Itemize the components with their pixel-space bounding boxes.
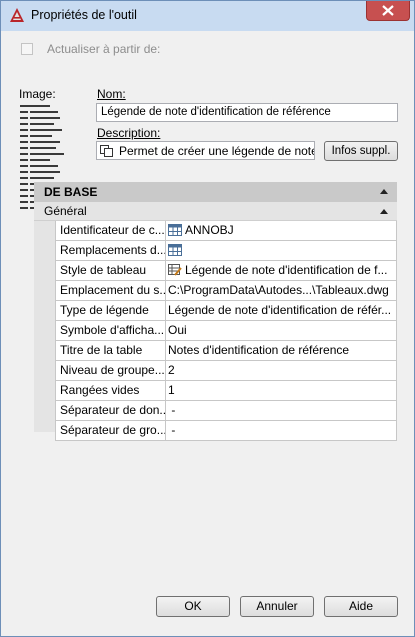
property-name: Séparateur de don... xyxy=(55,401,166,420)
property-value[interactable]: - xyxy=(166,421,397,440)
update-from-checkbox[interactable] xyxy=(21,43,33,55)
update-from-label: Actualiser à partir de: xyxy=(47,42,161,56)
property-row[interactable]: Type de légende Légende de note d'identif… xyxy=(55,301,397,321)
property-name: Rangées vides xyxy=(55,381,166,400)
property-value[interactable] xyxy=(166,241,397,260)
table-icon[interactable] xyxy=(168,224,182,236)
property-name: Type de légende xyxy=(55,301,166,320)
property-value[interactable]: Notes d'identification de référence xyxy=(166,341,397,360)
property-name: Emplacement du s... xyxy=(55,281,166,300)
property-row[interactable]: Séparateur de don... - xyxy=(55,401,397,421)
table-icon[interactable] xyxy=(168,244,182,256)
property-name: Remplacements d... xyxy=(55,241,166,260)
name-input[interactable]: Légende de note d'identification de réfé… xyxy=(96,103,398,122)
property-row[interactable]: Séparateur de gro... - xyxy=(55,421,397,441)
table-style-icon[interactable] xyxy=(168,264,182,276)
property-value[interactable]: 2 xyxy=(166,361,397,380)
window-title: Propriétés de l'outil xyxy=(31,8,137,22)
subsection-header-general[interactable]: Général xyxy=(34,202,397,221)
property-name: Symbole d'afficha... xyxy=(55,321,166,340)
autocad-logo-icon xyxy=(9,7,25,23)
title-bar: Propriétés de l'outil xyxy=(1,1,414,31)
close-button[interactable] xyxy=(366,1,410,21)
description-field[interactable]: Permet de créer une légende de note xyxy=(96,141,315,160)
section-header-basic[interactable]: DE BASE xyxy=(34,182,397,202)
copy-icon[interactable] xyxy=(100,145,113,157)
property-value[interactable]: Légende de note d'identification de réfé… xyxy=(166,301,397,320)
property-value[interactable]: C:\ProgramData\Autodes...\Tableaux.dwg xyxy=(166,281,397,300)
property-value[interactable]: Oui xyxy=(166,321,397,340)
ok-button[interactable]: OK xyxy=(156,596,230,617)
property-name: Niveau de groupe... xyxy=(55,361,166,380)
property-row[interactable]: Identificateur de c... ANNOBJ xyxy=(55,221,397,241)
properties-grid: DE BASE Général Identificateur de c... AN… xyxy=(34,182,397,441)
property-value[interactable]: 1 xyxy=(166,381,397,400)
property-value[interactable]: Légende de note d'identification de f... xyxy=(166,261,397,280)
property-value[interactable]: ANNOBJ xyxy=(166,221,397,240)
property-name: Style de tableau xyxy=(55,261,166,280)
dialog-body: Actualiser à partir de: Image: Nom: Lége… xyxy=(8,31,407,629)
property-name: Titre de la table xyxy=(55,341,166,360)
property-row[interactable]: Symbole d'afficha... Oui xyxy=(55,321,397,341)
more-info-button[interactable]: Infos suppl. xyxy=(324,141,398,161)
property-name: Séparateur de gro... xyxy=(55,421,166,440)
property-row[interactable]: Niveau de groupe... 2 xyxy=(55,361,397,381)
description-text: Permet de créer une légende de note xyxy=(119,144,315,158)
tool-properties-dialog: Propriétés de l'outil Actualiser à parti… xyxy=(0,0,415,637)
property-rows: Identificateur de c... ANNOBJ Remplacemen… xyxy=(55,221,397,441)
cancel-button[interactable]: Annuler xyxy=(240,596,314,617)
help-button[interactable]: Aide xyxy=(324,596,398,617)
description-label: Description: xyxy=(97,126,161,140)
close-icon xyxy=(382,5,394,16)
subsection-title: Général xyxy=(44,204,87,218)
section-title: DE BASE xyxy=(44,185,98,199)
name-label: Nom: xyxy=(97,87,126,101)
property-name: Identificateur de c... xyxy=(55,221,166,240)
property-row[interactable]: Titre de la table Notes d'identification … xyxy=(55,341,397,361)
property-row[interactable]: Remplacements d... xyxy=(55,241,397,261)
collapse-icon[interactable] xyxy=(380,189,388,194)
grid-gutter xyxy=(34,221,55,432)
image-label: Image: xyxy=(19,87,56,101)
property-row[interactable]: Rangées vides 1 xyxy=(55,381,397,401)
property-value[interactable]: - xyxy=(166,401,397,420)
property-row[interactable]: Style de tableau Légende de note d'identi… xyxy=(55,261,397,281)
collapse-icon[interactable] xyxy=(380,209,388,214)
property-row[interactable]: Emplacement du s... C:\ProgramData\Autode… xyxy=(55,281,397,301)
